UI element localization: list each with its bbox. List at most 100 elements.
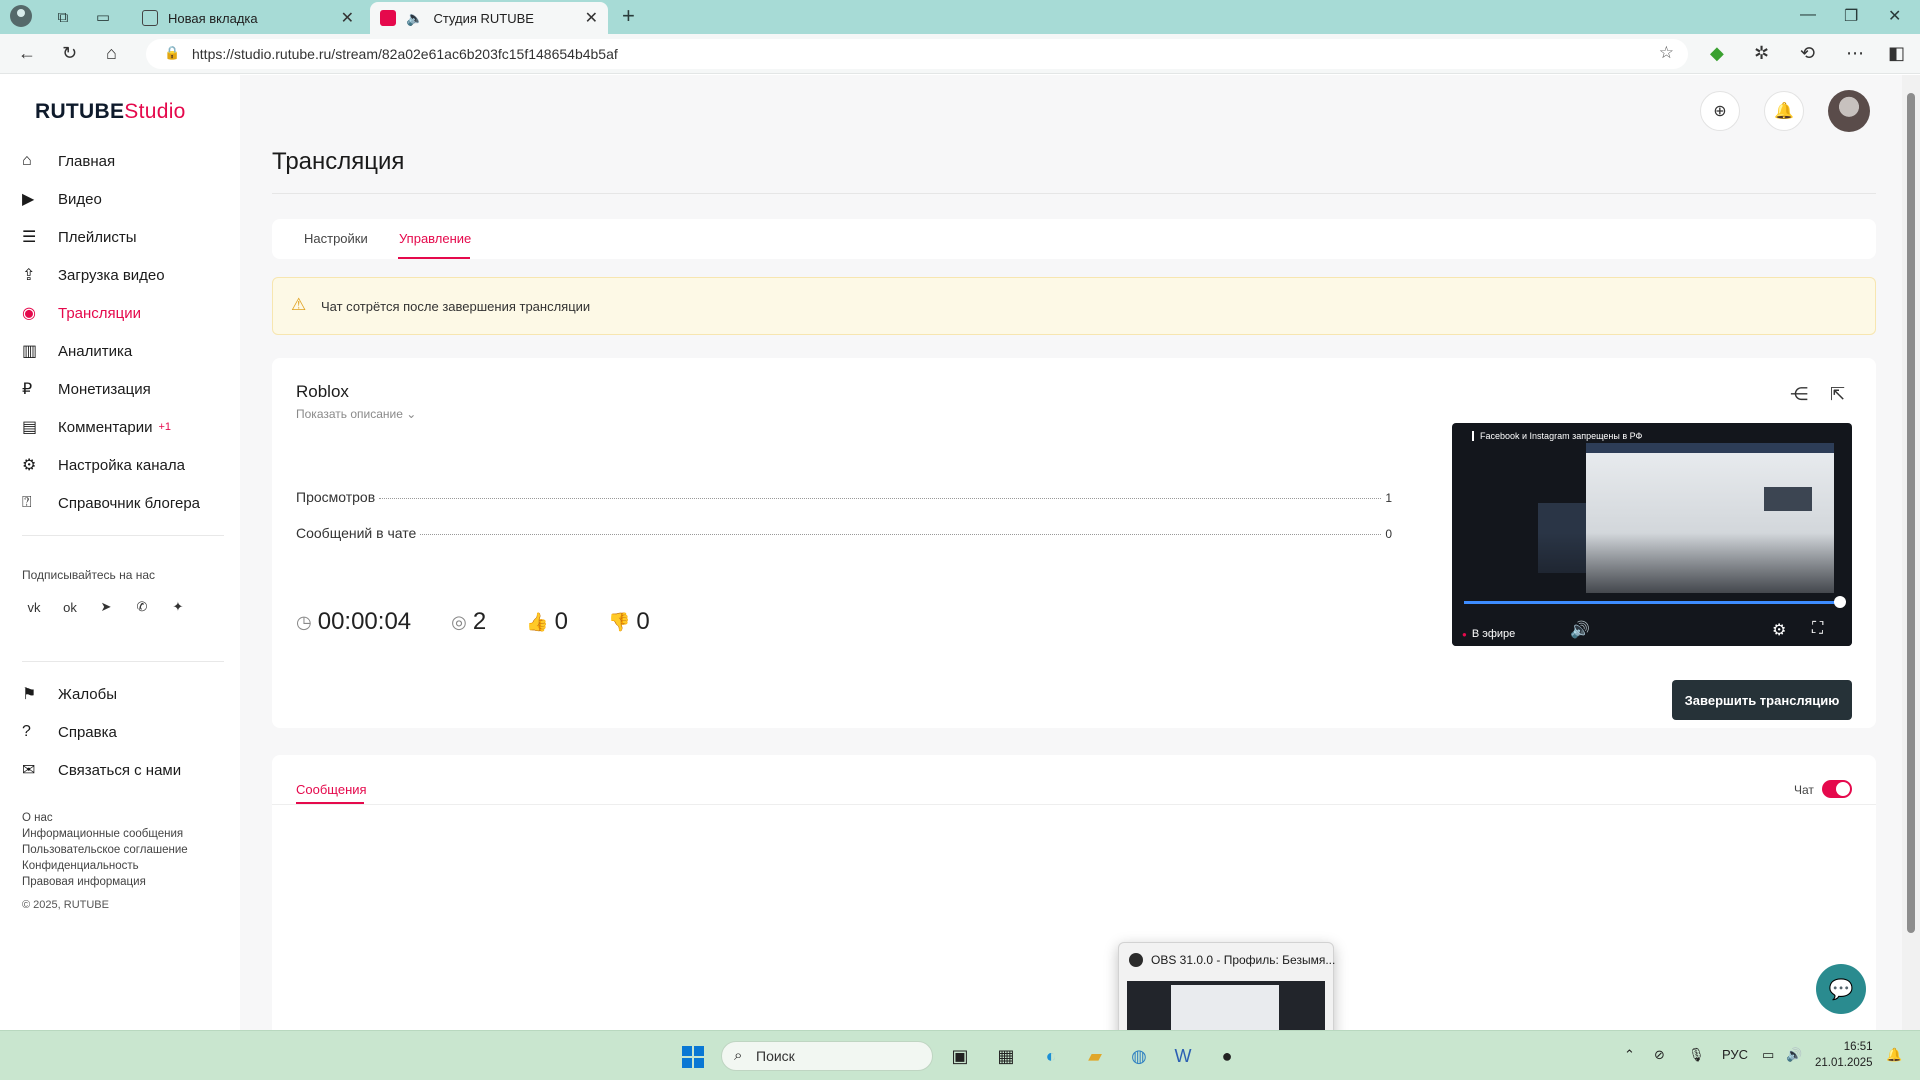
sidebar-item-analytics[interactable]: ▥ Аналитика <box>22 332 222 370</box>
stream-tabs: Настройки Управление <box>272 219 1876 259</box>
odnoklassniki-icon[interactable]: ok <box>58 595 82 619</box>
footer-link-about[interactable]: О нас <box>22 810 188 826</box>
chevron-up-icon[interactable]: ⌃ <box>1624 1047 1635 1063</box>
task-view-icon[interactable]: ▣ <box>947 1043 973 1069</box>
show-description-link[interactable]: Показать описание ⌄ <box>296 407 416 421</box>
chevron-down-icon: ⌄ <box>406 407 417 421</box>
notifications-button[interactable]: 🔔 <box>1764 91 1804 131</box>
sidebar-item-video[interactable]: ▶ Видео <box>22 180 222 218</box>
edge-browser-icon[interactable]: ◐ <box>1038 1043 1064 1069</box>
fullscreen-icon[interactable]: ⛶ <box>1812 620 1823 638</box>
player-progress-knob[interactable] <box>1834 596 1846 608</box>
footer-link-privacy[interactable]: Конфиденциальность <box>22 858 188 874</box>
duration-counter: ◷ 00:00:04 <box>296 608 412 635</box>
sidebar-item-blogger-guide[interactable]: ⍰ Справочник блогера <box>22 484 222 522</box>
copyright: © 2025, RUTUBE <box>22 899 109 911</box>
vk-icon[interactable]: vk <box>22 595 46 619</box>
sidebar-toggle-icon[interactable]: ◧ <box>1888 43 1905 64</box>
sidebar-item-broadcasts[interactable]: ◉ Трансляции <box>22 294 222 332</box>
calculator-icon[interactable]: ▦ <box>993 1043 1019 1069</box>
system-clock[interactable]: 16:51 21.01.2025 <box>1815 1039 1873 1071</box>
workspaces-icon[interactable]: ⧉ <box>52 6 74 28</box>
favorite-star-icon[interactable]: ☆ <box>1659 43 1674 63</box>
close-icon[interactable]: ✕ <box>341 8 354 28</box>
sidebar-item-contact[interactable]: ✉ Связаться с нами <box>22 751 222 789</box>
globe-app-icon[interactable]: ◍ <box>1126 1043 1152 1069</box>
browser-tab-new[interactable]: Новая вкладка ✕ <box>132 2 364 34</box>
stream-preview-player[interactable]: Facebook и Instagram запрещены в РФ В эф… <box>1452 423 1852 646</box>
sidebar-item-playlists[interactable]: ☰ Плейлисты <box>22 218 222 256</box>
back-icon[interactable]: ← <box>18 43 36 64</box>
telegram-icon[interactable]: ➤ <box>94 595 118 619</box>
sidebar-item-upload[interactable]: ⇪ Загрузка видео <box>22 256 222 294</box>
share-icon[interactable]: ⋲ <box>1790 384 1808 405</box>
notification-bell-icon[interactable]: 🔔 <box>1886 1047 1902 1063</box>
more-menu-icon[interactable]: ⋯ <box>1846 43 1864 64</box>
sidebar-item-help[interactable]: ? Справка <box>22 713 222 751</box>
footer-link-legal[interactable]: Правовая информация <box>22 874 188 890</box>
obs-taskbar-preview[interactable]: OBS 31.0.0 - Профиль: Безымя... <box>1118 942 1336 1030</box>
volume-icon[interactable]: 🔊 <box>1570 620 1590 640</box>
lock-icon[interactable]: 🔒 <box>164 45 180 61</box>
windows-start-icon[interactable] <box>682 1046 704 1068</box>
chat-toggle[interactable] <box>1822 780 1852 798</box>
footer-link-info[interactable]: Информационные сообщения <box>22 826 188 842</box>
obs-window-thumbnail[interactable] <box>1127 981 1325 1030</box>
microphone-icon[interactable]: 🎙 <box>1688 1047 1705 1063</box>
video-icon: ▶ <box>22 191 35 208</box>
extensions-puzzle-icon[interactable]: ✲ <box>1754 43 1769 64</box>
open-external-icon[interactable]: ⇱ <box>1830 384 1845 405</box>
restore-icon[interactable]: ❐ <box>1844 6 1858 26</box>
profile-icon[interactable] <box>10 5 32 27</box>
settings-gear-icon[interactable]: ⚙ <box>1772 620 1786 640</box>
broadcast-icon: ◉ <box>22 305 36 322</box>
rutube-studio-logo[interactable]: RUTUBEStudio <box>35 100 186 124</box>
playlist-icon: ☰ <box>22 229 37 246</box>
more-social-icon[interactable]: ✦ <box>166 595 190 619</box>
obs-window-title: OBS 31.0.0 - Профиль: Безымя... <box>1151 953 1336 967</box>
comments-badge: +1 <box>158 421 172 433</box>
close-icon[interactable]: ✕ <box>585 8 598 28</box>
new-tab-icon[interactable]: + <box>622 5 635 27</box>
language-indicator[interactable]: РУС <box>1722 1047 1748 1062</box>
create-button[interactable]: ⊕ <box>1700 91 1740 131</box>
obs-app-icon[interactable]: ● <box>1214 1043 1240 1069</box>
plus-square-icon: ⊕ <box>1713 103 1727 120</box>
stat-chat-messages: Сообщений в чате 0 <box>296 525 1392 541</box>
tab-messages[interactable]: Сообщения <box>296 782 367 797</box>
extension-icon[interactable]: ◆ <box>1710 43 1724 64</box>
scrollbar-thumb[interactable] <box>1907 93 1915 933</box>
sidebar-item-complaints[interactable]: ⚑ Жалобы <box>22 675 222 713</box>
file-explorer-icon[interactable]: ▰ <box>1082 1043 1108 1069</box>
stat-value: 1 <box>1385 491 1392 505</box>
minimize-icon[interactable]: — <box>1800 6 1816 24</box>
tab-actions-icon[interactable]: ▭ <box>92 6 114 28</box>
footer-link-agreement[interactable]: Пользовательское соглашение <box>22 842 188 858</box>
sidebar-divider <box>22 661 224 662</box>
word-icon[interactable]: W <box>1170 1043 1196 1069</box>
tab-management[interactable]: Управление <box>399 231 471 246</box>
window-close-icon[interactable]: ✕ <box>1888 6 1901 26</box>
taskbar-search[interactable]: ⌕ Поиск <box>721 1041 933 1071</box>
social-links: vk ok ➤ ✆ ✦ <box>22 595 190 619</box>
network-off-icon[interactable]: ⊘ <box>1654 1047 1665 1063</box>
browser-tab-rutube[interactable]: 🔈 Студия RUTUBE ✕ <box>370 2 608 34</box>
support-chat-button[interactable]: 💬 <box>1816 964 1866 1014</box>
reload-icon[interactable]: ↻ <box>62 43 77 64</box>
tab-settings[interactable]: Настройки <box>304 231 368 246</box>
speaker-icon[interactable]: 🔈 <box>406 10 423 27</box>
sidebar-item-home[interactable]: ⌂ Главная <box>22 142 222 180</box>
end-stream-button[interactable]: Завершить трансляцию <box>1672 680 1852 720</box>
sidebar-item-comments[interactable]: ▤ Комментарии +1 <box>22 408 222 446</box>
player-progress-bar[interactable] <box>1464 601 1840 604</box>
history-icon[interactable]: ⟲ <box>1800 43 1815 64</box>
page-scrollbar[interactable] <box>1902 75 1920 1030</box>
url-field[interactable]: 🔒 https://studio.rutube.ru/stream/82a02e… <box>146 39 1688 69</box>
viber-icon[interactable]: ✆ <box>130 595 154 619</box>
home-icon[interactable]: ⌂ <box>106 43 117 64</box>
volume-tray-icon[interactable]: 🔊 <box>1786 1047 1802 1063</box>
sidebar-item-monetization[interactable]: ₽ Монетизация <box>22 370 222 408</box>
sidebar-item-channel-settings[interactable]: ⚙ Настройка канала <box>22 446 222 484</box>
display-icon[interactable]: ▭ <box>1762 1047 1774 1063</box>
avatar[interactable] <box>1828 90 1870 132</box>
